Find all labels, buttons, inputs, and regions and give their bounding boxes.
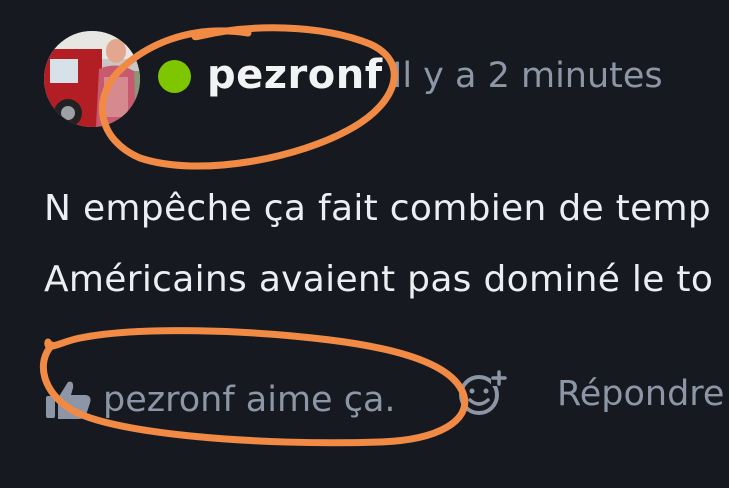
- reply-button[interactable]: Répondre: [557, 374, 724, 414]
- thumbs-up-icon: [46, 381, 91, 419]
- avatar[interactable]: [44, 31, 140, 127]
- avatar-photo: [44, 31, 140, 127]
- comment-card: pezronf Il y a 2 minutes N empêche ça fa…: [0, 0, 729, 488]
- online-status-dot: [158, 60, 191, 93]
- message-line-1: N empêche ça fait combien de temp: [44, 188, 712, 229]
- comment-timestamp: Il y a 2 minutes: [392, 56, 663, 96]
- author-username[interactable]: pezronf: [207, 52, 383, 98]
- message-line-2: Américains avaient pas dominé le to: [44, 259, 714, 300]
- likes-summary[interactable]: pezronf aime ça.: [103, 380, 396, 420]
- add-reaction-icon[interactable]: [455, 370, 509, 418]
